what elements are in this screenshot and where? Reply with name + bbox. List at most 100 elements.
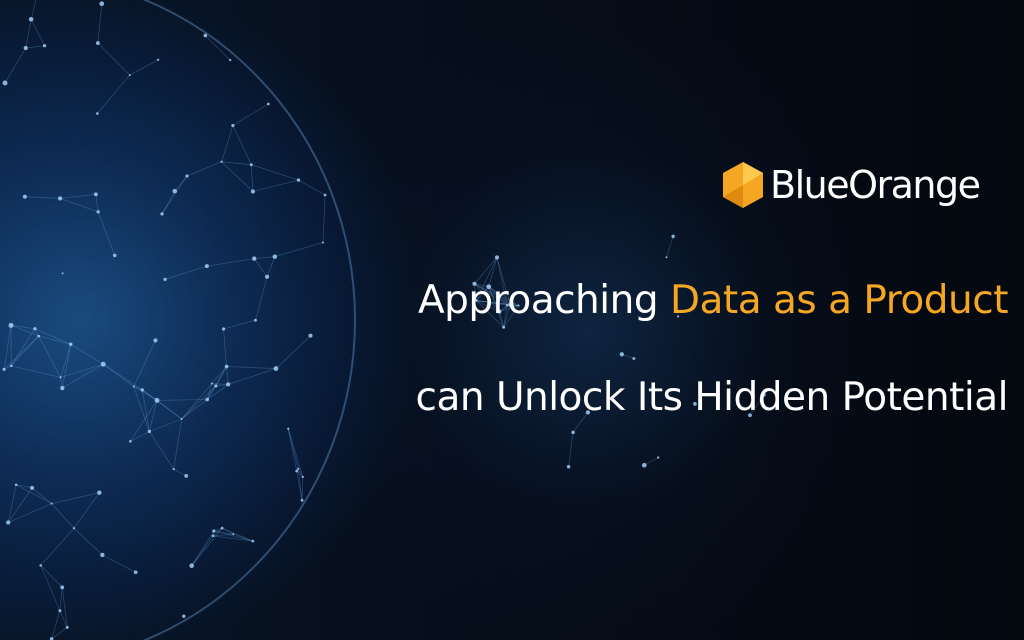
network-link <box>215 366 227 387</box>
headline-prefix: Approaching <box>417 278 670 323</box>
network-node <box>50 502 53 505</box>
network-link <box>95 194 99 212</box>
network-link <box>226 366 229 385</box>
network-node <box>301 475 304 479</box>
network-node <box>287 427 290 430</box>
network-link <box>232 103 269 126</box>
hexagon-logo-icon <box>723 162 763 208</box>
network-link <box>174 175 188 192</box>
headline-highlight: Data as a Product <box>669 278 1009 323</box>
network-node <box>566 464 571 469</box>
network-node <box>671 234 675 239</box>
network-node <box>296 178 301 182</box>
network-node <box>133 570 138 575</box>
network-node <box>295 469 299 473</box>
network-node <box>619 352 624 357</box>
network-link <box>97 74 131 114</box>
network-link <box>228 368 277 385</box>
network-node <box>100 361 106 367</box>
network-link <box>149 418 182 432</box>
network-node <box>273 366 279 371</box>
network-link <box>181 399 208 420</box>
network-node <box>37 334 41 338</box>
network-link <box>251 164 299 181</box>
network-link <box>221 125 234 162</box>
network-node <box>232 533 235 536</box>
network-node <box>30 485 35 490</box>
network-node <box>656 456 660 459</box>
network-node <box>665 256 668 259</box>
network-link <box>161 175 188 215</box>
network-node <box>160 212 164 216</box>
network-node <box>72 527 76 530</box>
network-link <box>25 19 32 49</box>
network-node <box>212 529 216 533</box>
network-link <box>206 384 229 400</box>
network-node <box>220 526 224 530</box>
network-node <box>571 430 575 435</box>
network-link <box>221 161 252 166</box>
network-link <box>73 527 103 556</box>
network-link <box>62 363 104 389</box>
network-link <box>130 400 158 442</box>
network-node <box>128 74 131 77</box>
brand-logo: BlueOrange <box>720 160 981 210</box>
network-link <box>186 161 222 177</box>
network-link <box>51 610 61 639</box>
network-link <box>181 385 217 420</box>
network-link <box>3 325 12 370</box>
network-link <box>301 476 304 501</box>
network-link <box>211 366 227 384</box>
network-link <box>51 503 75 529</box>
network-node <box>641 462 647 468</box>
network-node <box>28 16 34 22</box>
network-link <box>129 59 159 76</box>
network-node <box>69 342 73 346</box>
network-node <box>33 327 37 331</box>
network-link <box>287 428 299 469</box>
network-link <box>60 193 96 199</box>
network-node <box>39 564 42 567</box>
network-link <box>211 383 229 385</box>
network-link <box>24 196 61 199</box>
network-link <box>30 19 45 46</box>
network-link <box>275 335 311 369</box>
network-node <box>210 382 213 385</box>
network-link <box>191 527 223 566</box>
network-node <box>65 625 69 629</box>
network-node <box>249 163 253 167</box>
network-link <box>226 366 277 369</box>
network-link <box>4 47 27 84</box>
network-node <box>2 367 6 371</box>
network-node <box>42 44 47 48</box>
network-node <box>494 255 500 260</box>
network-node <box>251 539 255 543</box>
network-node <box>132 385 135 388</box>
network-link <box>133 386 158 401</box>
network-link <box>30 0 37 20</box>
network-node <box>95 41 100 45</box>
network-node <box>172 188 178 194</box>
network-node <box>272 254 278 259</box>
headline-line-1: Approaching Data as a Product <box>417 278 1009 323</box>
network-node <box>323 193 327 197</box>
network-node <box>129 440 132 443</box>
network-node <box>252 256 257 261</box>
network-link <box>206 258 255 267</box>
network-link <box>38 335 61 378</box>
network-link <box>31 487 52 504</box>
network-node <box>14 483 18 487</box>
network-node <box>97 490 102 495</box>
network-link <box>148 400 158 432</box>
network-link <box>223 328 227 367</box>
network-link <box>322 194 326 243</box>
network-node <box>57 196 63 201</box>
network-link <box>254 256 275 260</box>
network-link <box>161 190 176 215</box>
network-node <box>266 102 270 106</box>
network-link <box>103 363 135 387</box>
network-node <box>321 241 324 244</box>
network-node <box>93 192 98 197</box>
network-node <box>205 397 210 402</box>
network-link <box>255 276 268 321</box>
